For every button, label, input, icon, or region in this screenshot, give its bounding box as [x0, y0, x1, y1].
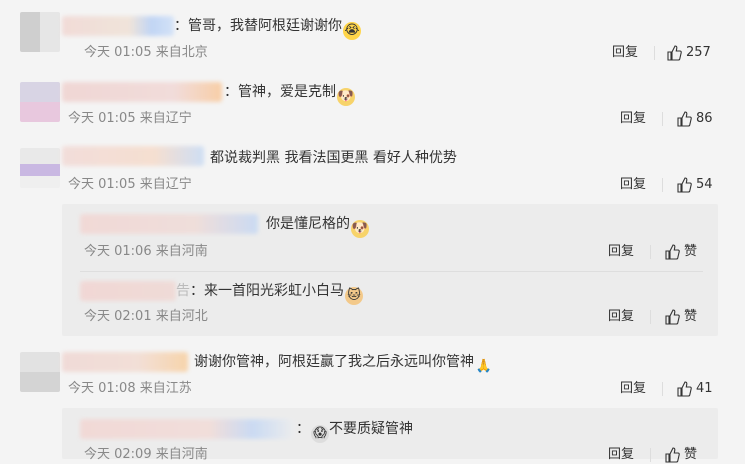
username-suffix: 告 — [176, 283, 190, 299]
thumb-up-icon — [677, 381, 692, 397]
comment-text: 谢谢你管神，阿根廷赢了我之后永远叫你管神 🙏 — [194, 354, 493, 374]
like-button[interactable]: 赞 — [664, 243, 697, 261]
divider — [650, 245, 651, 259]
username[interactable] — [80, 419, 296, 439]
reply-button[interactable]: 回复 — [612, 44, 638, 62]
username[interactable] — [80, 281, 176, 301]
like-count: 86 — [696, 111, 713, 126]
reply-button[interactable]: 回复 — [620, 176, 646, 194]
like-button[interactable]: 257 — [666, 44, 711, 62]
divider — [650, 448, 651, 462]
doge-emoji-icon: 🐶 — [337, 88, 355, 106]
thumb-up-icon — [665, 309, 680, 325]
username[interactable] — [62, 82, 222, 102]
reply-time: 今天 02:01 来自河北 — [84, 309, 208, 324]
reply-button[interactable]: 回复 — [608, 446, 634, 464]
username[interactable] — [62, 16, 174, 36]
comment-time: 今天 01:08 来自江苏 — [68, 381, 192, 396]
doge-emoji-icon: 🐶 — [351, 220, 369, 238]
reply-text: 你是懂尼格的 🐶 — [266, 216, 369, 238]
shocked-emoji-icon: 😱 — [311, 425, 329, 443]
pray-emoji-icon: 🙏 — [475, 359, 493, 374]
thumb-up-icon — [665, 244, 680, 260]
thumb-up-icon — [677, 177, 692, 193]
reply-button[interactable]: 回复 — [620, 380, 646, 398]
reply-button[interactable]: 回复 — [620, 110, 646, 128]
like-label: 赞 — [684, 309, 698, 324]
reply-text: 告：来一首阳光彩虹小白马 🐱 — [176, 281, 363, 305]
divider — [662, 112, 663, 126]
comment-text: ：管神，爱是克制 🐶 — [224, 84, 355, 106]
cat-emoji-icon: 🐱 — [345, 287, 363, 305]
divider — [80, 271, 703, 272]
comment-text: ：管哥，我替阿根廷谢谢你 😭 — [174, 18, 361, 40]
comment-time: 今天 01:05 来自辽宁 — [68, 111, 192, 126]
reply-text: ： 😱 不要质疑管神 — [296, 421, 413, 443]
divider — [650, 310, 651, 324]
thumb-up-icon — [665, 447, 680, 463]
comment-time: 今天 01:05 来自辽宁 — [68, 177, 192, 192]
thumb-up-icon — [667, 45, 682, 61]
divider — [662, 178, 663, 192]
avatar[interactable] — [20, 352, 60, 392]
avatar[interactable] — [20, 12, 60, 52]
like-button[interactable]: 赞 — [664, 308, 697, 326]
reply-time: 今天 02:09 来自河南 — [84, 447, 208, 462]
username[interactable] — [62, 352, 188, 372]
reply-button[interactable]: 回复 — [608, 243, 634, 261]
reply-time: 今天 01:06 来自河南 — [84, 244, 208, 259]
thumb-up-icon — [677, 111, 692, 127]
like-button[interactable]: 86 — [676, 110, 713, 128]
comment-time: 今天 01:05 来自北京 — [84, 45, 208, 60]
like-label: 赞 — [684, 447, 698, 462]
crying-emoji-icon: 😭 — [343, 22, 361, 40]
username[interactable] — [62, 146, 204, 166]
avatar[interactable] — [20, 148, 60, 188]
like-label: 赞 — [684, 244, 698, 259]
divider — [662, 382, 663, 396]
avatar[interactable] — [20, 82, 60, 122]
like-button[interactable]: 41 — [676, 380, 713, 398]
like-button[interactable]: 赞 — [664, 446, 697, 464]
divider — [654, 46, 655, 60]
reply-button[interactable]: 回复 — [608, 308, 634, 326]
like-count: 41 — [696, 381, 713, 396]
comment-text: 都说裁判黑 我看法国更黑 看好人种优势 — [210, 150, 457, 166]
like-count: 54 — [696, 177, 713, 192]
like-button[interactable]: 54 — [676, 176, 713, 194]
like-count: 257 — [686, 45, 711, 60]
username[interactable] — [80, 214, 258, 234]
